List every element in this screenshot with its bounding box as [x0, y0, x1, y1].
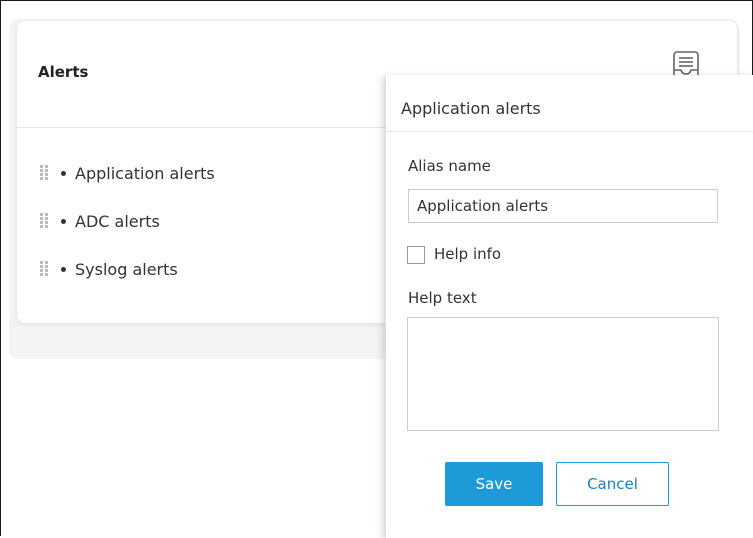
list-item-application-alerts[interactable]: Application alerts	[39, 161, 215, 185]
list-item-label: ADC alerts	[75, 211, 160, 231]
list-item-adc-alerts[interactable]: ADC alerts	[39, 209, 215, 233]
help-text-label: Help text	[408, 289, 477, 307]
drag-handle-icon[interactable]	[39, 260, 49, 278]
drag-handle-icon[interactable]	[39, 164, 49, 182]
list-item-label: Application alerts	[75, 163, 215, 183]
window-frame: Alerts Application alerts ADC alerts Sys…	[0, 0, 753, 538]
alerts-list: Application alerts ADC alerts Syslog ale…	[39, 161, 215, 305]
alias-name-input[interactable]	[408, 189, 718, 223]
save-button[interactable]: Save	[445, 462, 543, 506]
help-info-checkbox[interactable]	[407, 246, 425, 264]
bullet-icon	[61, 266, 66, 272]
drag-handle-icon[interactable]	[39, 212, 49, 230]
panel-header: Application alerts	[386, 75, 753, 132]
help-text-textarea[interactable]	[407, 317, 719, 431]
list-item-label: Syslog alerts	[75, 259, 178, 279]
alerts-card-title: Alerts	[38, 63, 89, 81]
edit-alert-panel: Application alerts Alias name Help info …	[385, 75, 753, 538]
help-info-label[interactable]: Help info	[434, 245, 501, 263]
panel-title: Application alerts	[401, 99, 541, 118]
bullet-icon	[61, 218, 66, 224]
alias-name-label: Alias name	[408, 157, 491, 175]
cancel-button[interactable]: Cancel	[556, 462, 669, 506]
bullet-icon	[61, 170, 66, 176]
list-item-syslog-alerts[interactable]: Syslog alerts	[39, 257, 215, 281]
